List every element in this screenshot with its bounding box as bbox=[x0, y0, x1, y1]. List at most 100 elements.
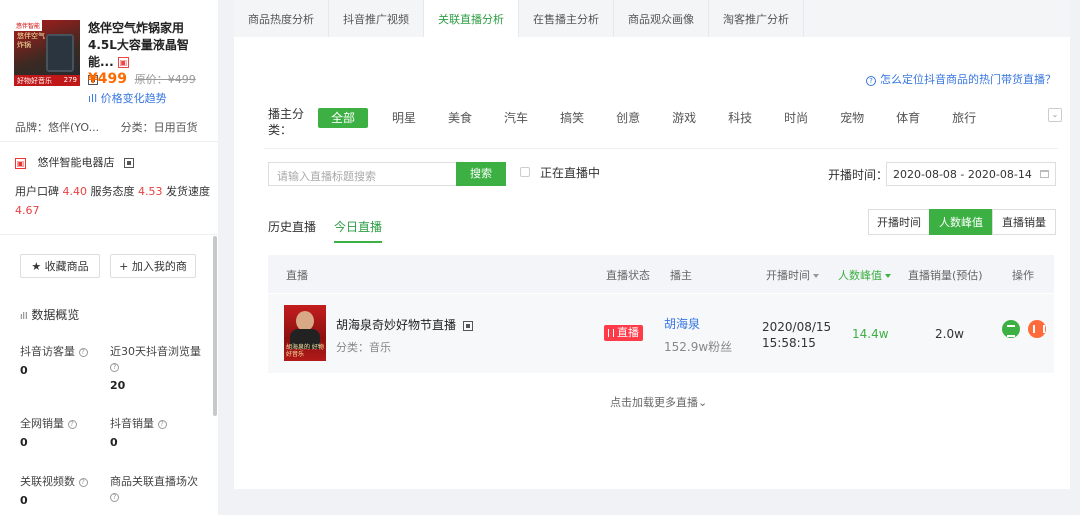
live-thumbnail[interactable]: 胡海泉的 好物好音乐 bbox=[284, 305, 326, 361]
service-label: 服务态度 bbox=[90, 185, 135, 198]
search-input[interactable]: 请输入直播标题搜索 bbox=[268, 162, 456, 186]
col-start-time-label: 开播时间 bbox=[766, 269, 810, 282]
product-image[interactable]: 悠伴智能 悠伴空气炸锅 好物好音乐 279 bbox=[14, 20, 80, 86]
stat-label: 近30天抖音浏览量 bbox=[110, 345, 201, 358]
category-fashion[interactable]: 时尚 bbox=[784, 108, 808, 128]
category-car[interactable]: 汽车 bbox=[504, 108, 528, 128]
category-tech[interactable]: 科技 bbox=[728, 108, 752, 128]
tab-product-heat[interactable]: 商品热度分析 bbox=[234, 0, 329, 37]
reputation-score: 4.40 bbox=[62, 185, 88, 198]
price-trend-link[interactable]: ıll 价格变化趋势 bbox=[88, 90, 167, 106]
stat-value: 0 bbox=[20, 364, 28, 377]
add-to-list-button[interactable]: + 加入我的商 bbox=[110, 254, 196, 278]
favorite-button[interactable]: ★ 收藏商品 bbox=[20, 254, 100, 278]
help-icon[interactable]: ? bbox=[67, 419, 77, 429]
col-actions: 操作 bbox=[1012, 269, 1034, 282]
shop-name: 悠伴智能电器店 bbox=[37, 156, 115, 169]
analysis-chart-icon[interactable] bbox=[1028, 320, 1046, 338]
tab-today-live[interactable]: 今日直播 bbox=[334, 218, 383, 243]
air-fryer-illustration bbox=[46, 34, 74, 72]
sort-peak-button[interactable]: 人数峰值 bbox=[929, 209, 993, 235]
start-clock: 15:58:15 bbox=[762, 336, 816, 350]
live-now-checkbox[interactable] bbox=[520, 167, 530, 177]
stat-label: 抖音销量 bbox=[110, 417, 154, 430]
sidebar-scrollbar[interactable] bbox=[213, 236, 217, 416]
original-price: 原价：¥499 bbox=[134, 73, 196, 86]
help-icon[interactable]: ? bbox=[78, 347, 88, 357]
sort-sales-button[interactable]: 直播销量 bbox=[992, 209, 1056, 235]
product-image-tag: 悠伴智能 bbox=[14, 20, 43, 31]
divider bbox=[264, 148, 1058, 149]
anchor-category-filter: 全部 明星 美食 汽车 搞笑 创意 游戏 科技 时尚 宠物 体育 旅行 bbox=[318, 108, 1008, 128]
col-start-time[interactable]: 开播时间 bbox=[766, 267, 819, 283]
delivery-label: 发货速度 bbox=[166, 185, 210, 198]
question-icon: ? bbox=[866, 76, 876, 86]
qr-code-icon[interactable] bbox=[462, 320, 473, 331]
qr-code-icon[interactable] bbox=[124, 158, 134, 168]
help-icon[interactable]: ? bbox=[110, 492, 119, 502]
live-title[interactable]: 胡海泉奇妙好物节直播 bbox=[336, 316, 473, 333]
col-peak[interactable]: 人数峰值 bbox=[838, 267, 891, 283]
category-funny[interactable]: 搞笑 bbox=[560, 108, 584, 128]
tab-promo-videos[interactable]: 抖音推广视频 bbox=[329, 0, 424, 37]
stat-label: 商品关联直播场次 bbox=[110, 475, 198, 488]
category-travel[interactable]: 旅行 bbox=[952, 108, 976, 128]
live-status-badge: 直播 bbox=[604, 325, 643, 341]
service-score: 4.53 bbox=[138, 185, 163, 198]
tab-audience-profile[interactable]: 商品观众画像 bbox=[614, 0, 709, 37]
stat-total-sales: 全网销量 ? 0 bbox=[20, 416, 100, 450]
store-badge-icon: ▣ bbox=[117, 57, 129, 68]
date-range-picker[interactable]: 2020-08-08 - 2020-08-14 bbox=[886, 162, 1056, 186]
detail-list-icon[interactable] bbox=[1002, 320, 1020, 338]
product-image-caption: 好物好音乐 bbox=[17, 77, 52, 85]
search-button[interactable]: 搜索 bbox=[456, 162, 506, 186]
price-trend-label: 价格变化趋势 bbox=[100, 92, 167, 105]
tab-selling-anchors[interactable]: 在售播主分析 bbox=[519, 0, 614, 37]
chevron-down-icon[interactable]: ⌄ bbox=[1048, 108, 1062, 122]
product-image-price: 279 bbox=[63, 76, 77, 84]
help-link[interactable]: ? 怎么定位抖音商品的热门带货直播？ bbox=[866, 71, 1056, 87]
analysis-tabs: 商品热度分析 抖音推广视频 关联直播分析 在售播主分析 商品观众画像 淘客推广分… bbox=[234, 0, 1070, 37]
tab-related-live[interactable]: 关联直播分析 bbox=[424, 0, 519, 37]
help-icon[interactable]: ? bbox=[78, 477, 88, 487]
live-title-text: 胡海泉奇妙好物节直播 bbox=[336, 318, 457, 332]
tab-history-live[interactable]: 历史直播 bbox=[268, 218, 316, 235]
price-row: ¥499 原价：¥499 bbox=[88, 71, 196, 87]
product-price: ¥499 bbox=[88, 71, 127, 87]
category-pet[interactable]: 宠物 bbox=[840, 108, 864, 128]
product-sidebar: 悠伴智能 悠伴空气炸锅 好物好音乐 279 悠伴空气炸锅家用4.5L大容量液晶智… bbox=[0, 0, 218, 515]
help-icon[interactable]: ? bbox=[157, 419, 167, 429]
shop-row[interactable]: ▣ 悠伴智能电器店 bbox=[15, 154, 134, 170]
live-now-label: 正在直播中 bbox=[540, 166, 601, 180]
stat-value: 0 bbox=[20, 494, 28, 507]
calendar-icon bbox=[1040, 170, 1049, 178]
load-more-link[interactable]: 点击加载更多直播⌄ bbox=[610, 394, 707, 410]
category-game[interactable]: 游戏 bbox=[672, 108, 696, 128]
analysis-panel: 商品热度分析 抖音推广视频 关联直播分析 在售播主分析 商品观众画像 淘客推广分… bbox=[234, 0, 1070, 489]
anchor-category-label: 播主分类： bbox=[268, 107, 305, 137]
brand-text: 品牌：悠伴(YO... bbox=[15, 121, 100, 134]
category-creative[interactable]: 创意 bbox=[616, 108, 640, 128]
reputation-label: 用户口碑 bbox=[15, 185, 59, 198]
category-sports[interactable]: 体育 bbox=[896, 108, 920, 128]
help-link-text: 怎么定位抖音商品的热门带货直播？ bbox=[880, 73, 1056, 86]
delivery-score: 4.67 bbox=[15, 204, 40, 217]
stat-value: 0 bbox=[20, 436, 28, 449]
category-all[interactable]: 全部 bbox=[318, 108, 369, 128]
table-row[interactable]: 胡海泉的 好物好音乐 胡海泉奇妙好物节直播 分类：音乐 直播 胡海泉 152.9… bbox=[268, 294, 1054, 373]
help-icon[interactable]: ? bbox=[110, 362, 119, 372]
stat-douyin-sales: 抖音销量 ? 0 bbox=[110, 416, 205, 450]
anchor-name-link[interactable]: 胡海泉 bbox=[664, 315, 700, 332]
tab-taoke-promo[interactable]: 淘客推广分析 bbox=[709, 0, 804, 37]
thumbnail-caption: 胡海泉的 好物好音乐 bbox=[286, 344, 324, 358]
category-star[interactable]: 明星 bbox=[392, 108, 416, 128]
stat-label: 全网销量 bbox=[20, 417, 64, 430]
live-category: 分类：音乐 bbox=[336, 341, 391, 354]
col-status: 直播状态 bbox=[606, 269, 650, 282]
category-food[interactable]: 美食 bbox=[448, 108, 472, 128]
stat-related-lives: 商品关联直播场次 ? bbox=[110, 474, 210, 504]
product-title[interactable]: 悠伴空气炸锅家用4.5L大容量液晶智能... bbox=[88, 21, 189, 69]
divider bbox=[0, 141, 218, 142]
sort-start-time-button[interactable]: 开播时间 bbox=[868, 209, 930, 235]
col-sales: 直播销量(预估) bbox=[908, 269, 983, 282]
